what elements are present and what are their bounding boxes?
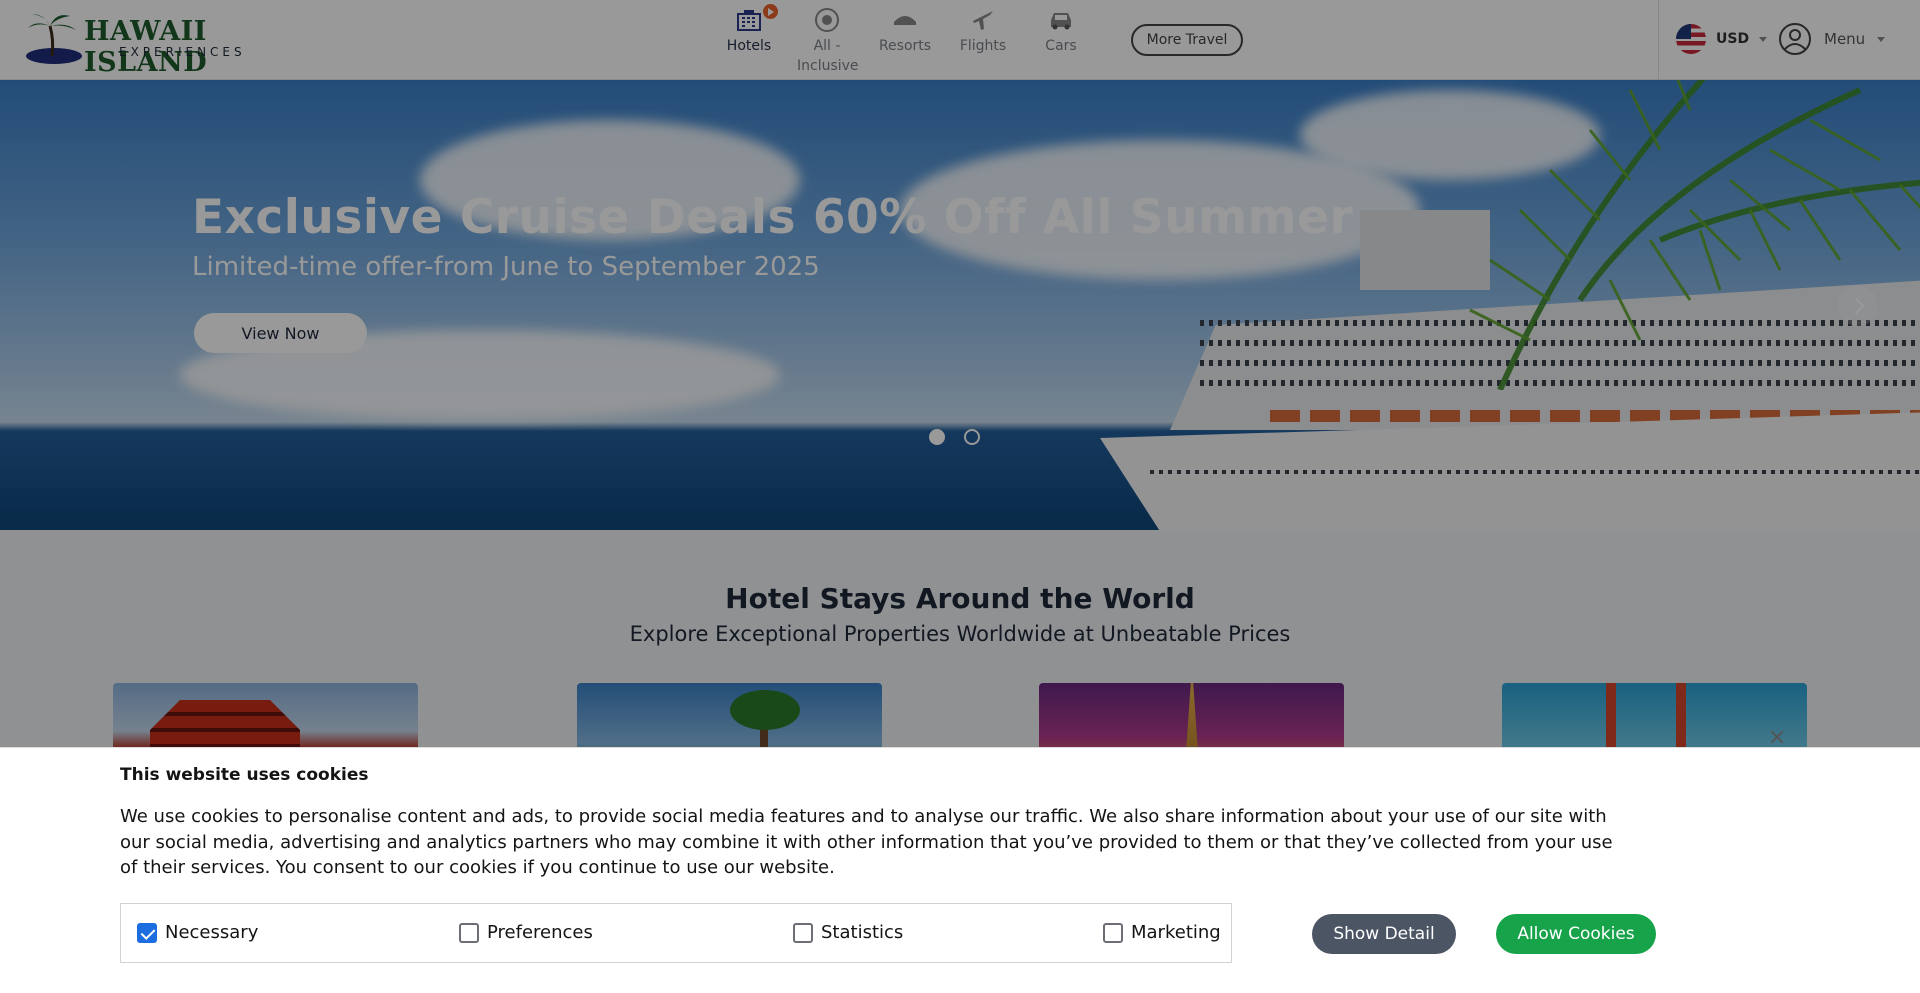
header-divider: [1658, 0, 1659, 80]
chevron-down-icon: [1877, 36, 1886, 42]
cookie-option-marketing[interactable]: Marketing: [1103, 922, 1221, 943]
statistics-checkbox[interactable]: [793, 922, 813, 943]
cookie-title: This website uses cookies: [120, 765, 369, 785]
hull-portholes: [1150, 470, 1920, 474]
hero-title: Exclusive Cruise Deals 60% Off All Summe…: [192, 190, 1354, 245]
nav-cars-label: Cars: [1045, 38, 1077, 54]
section-title: Hotel Stays Around the World: [725, 582, 1195, 615]
site-logo[interactable]: HAWAII ISLAND EXPERIENCES: [24, 12, 284, 78]
cookie-description: We use cookies to personalise content an…: [120, 806, 1613, 878]
nav-hotels[interactable]: Hotels: [710, 4, 788, 80]
nav-hotels-label: Hotels: [726, 38, 772, 54]
nav-all-inclusive[interactable]: All - Inclusive: [788, 6, 866, 80]
marketing-checkbox[interactable]: [1103, 922, 1123, 943]
resort-icon: [890, 6, 920, 34]
cookie-option-statistics[interactable]: Statistics: [793, 922, 903, 943]
cookie-option-necessary[interactable]: Necessary: [137, 922, 258, 943]
nav-cars[interactable]: Cars: [1022, 6, 1100, 80]
view-now-button[interactable]: View Now: [194, 313, 367, 353]
hotel-icon: [734, 6, 764, 34]
carousel-next-icon[interactable]: [1838, 286, 1878, 326]
all-inclusive-icon: [812, 6, 842, 34]
hero-subtitle: Limited-time offer-from June to Septembe…: [192, 252, 820, 282]
cookie-option-preferences[interactable]: Preferences: [459, 922, 593, 943]
car-icon: [1046, 6, 1076, 34]
chevron-down-icon: [1759, 36, 1768, 42]
palm-fronds-image: [730, 690, 800, 730]
currency-label: USD: [1716, 31, 1750, 47]
section-subtitle: Explore Exceptional Properties Worldwide…: [629, 622, 1291, 646]
allow-cookies-button[interactable]: Allow Cookies: [1496, 914, 1656, 954]
currency-selector[interactable]: USD: [1676, 24, 1768, 54]
carousel-dot-1[interactable]: [929, 429, 945, 445]
more-travel-button[interactable]: More Travel: [1131, 24, 1243, 56]
airplane-icon: [968, 6, 998, 34]
main-nav: Hotels All - Inclusive Resorts Flights C…: [710, 4, 1100, 80]
cookie-banner: This website uses cookies We use cookies…: [0, 747, 1920, 993]
user-avatar-icon: [1779, 23, 1811, 55]
cookie-option-label: Marketing: [1131, 922, 1221, 943]
cookie-preferences: Necessary Preferences Statistics Marketi…: [120, 903, 1232, 963]
site-header: HAWAII ISLAND EXPERIENCES Hotels All - I…: [0, 0, 1920, 80]
preferences-checkbox[interactable]: [459, 922, 479, 943]
palm-leaves-decor: [1469, 80, 1920, 390]
account-menu[interactable]: Menu: [1778, 22, 1886, 56]
palm-island-logo-icon: [26, 14, 82, 64]
show-detail-button[interactable]: Show Detail: [1312, 914, 1456, 954]
cookie-option-label: Statistics: [821, 922, 904, 943]
nav-flights-label: Flights: [959, 38, 1007, 54]
logo-subtitle: EXPERIENCES: [119, 45, 246, 59]
necessary-checkbox[interactable]: [137, 922, 157, 943]
cookie-option-label: Necessary: [165, 922, 259, 943]
play-badge-icon: [763, 4, 778, 19]
close-icon[interactable]: [1768, 728, 1786, 746]
us-flag-icon: [1676, 24, 1706, 54]
nav-resorts-label: Resorts: [878, 38, 932, 54]
nav-all-inclusive-label: All - Inclusive: [797, 38, 859, 74]
menu-label: Menu: [1824, 30, 1866, 48]
nav-flights[interactable]: Flights: [944, 6, 1022, 80]
carousel-dot-2[interactable]: [964, 429, 980, 445]
cookie-option-label: Preferences: [487, 922, 593, 943]
nav-resorts[interactable]: Resorts: [866, 6, 944, 80]
hero-banner: Exclusive Cruise Deals 60% Off All Summe…: [0, 80, 1920, 530]
